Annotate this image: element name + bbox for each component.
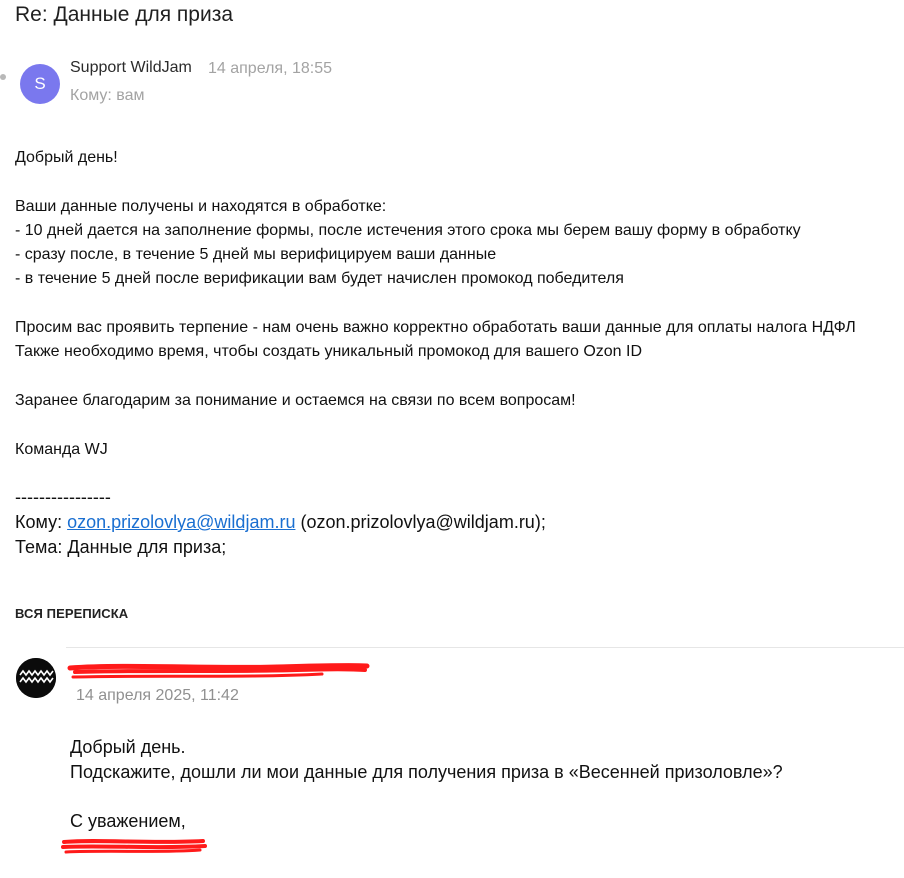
thread-message-date: 14 апреля 2025, 11:42: [76, 687, 239, 704]
quote-to-line: Кому: ozon.prizolovlya@wildjam.ru (ozon.…: [15, 512, 546, 532]
body-patience-2: Также необходимо время, чтобы создать ун…: [15, 343, 642, 360]
redaction-scribble-icon: [61, 839, 207, 854]
email-view: Re: Данные для приза S Support WildJam 1…: [0, 0, 904, 878]
sender-avatar[interactable]: S: [20, 64, 60, 104]
avatar-pattern-icon: [16, 658, 56, 698]
quote-separator: ----------------: [15, 487, 111, 507]
body-signature: Команда WJ: [15, 441, 108, 458]
body-patience-1: Просим вас проявить терпение - нам очень…: [15, 319, 856, 336]
quote-to-plain: (ozon.prizolovlya@wildjam.ru);: [300, 512, 546, 532]
thread-divider: [66, 647, 904, 648]
recipient-prefix: Кому:: [70, 87, 112, 104]
quote-to-label: Кому:: [15, 512, 63, 532]
email-date: 14 апреля, 18:55: [208, 60, 332, 77]
sender-name[interactable]: Support WildJam: [70, 59, 192, 77]
thread-avatar[interactable]: [16, 658, 56, 698]
reply-closing: С уважением,: [70, 811, 186, 831]
body-intro: Ваши данные получены и находятся в обраб…: [15, 198, 387, 215]
body-bullet-3: - в течение 5 дней после верификации вам…: [15, 270, 624, 287]
thread-label: ВСЯ ПЕРЕПИСКА: [15, 606, 129, 621]
body-bullet-2: - сразу после, в течение 5 дней мы вериф…: [15, 246, 497, 263]
recipient-value[interactable]: вам: [116, 87, 144, 104]
quote-subject-line: Тема: Данные для приза;: [15, 537, 227, 557]
recipient-line: Кому: вам: [70, 87, 145, 105]
body-thanks: Заранее благодарим за понимание и остаем…: [15, 392, 576, 409]
body-bullet-1: - 10 дней дается на заполнение формы, по…: [15, 222, 801, 239]
reply-greeting: Добрый день.: [70, 737, 186, 757]
body-greeting: Добрый день!: [15, 149, 118, 166]
email-subject: Re: Данные для приза: [15, 3, 234, 26]
reply-question: Подскажите, дошли ли мои данные для полу…: [70, 762, 783, 782]
redacted-signature: [60, 836, 210, 863]
unread-dot: [0, 74, 6, 80]
redaction-scribble-icon: [67, 663, 370, 679]
quote-email-link[interactable]: ozon.prizolovlya@wildjam.ru: [67, 512, 295, 532]
